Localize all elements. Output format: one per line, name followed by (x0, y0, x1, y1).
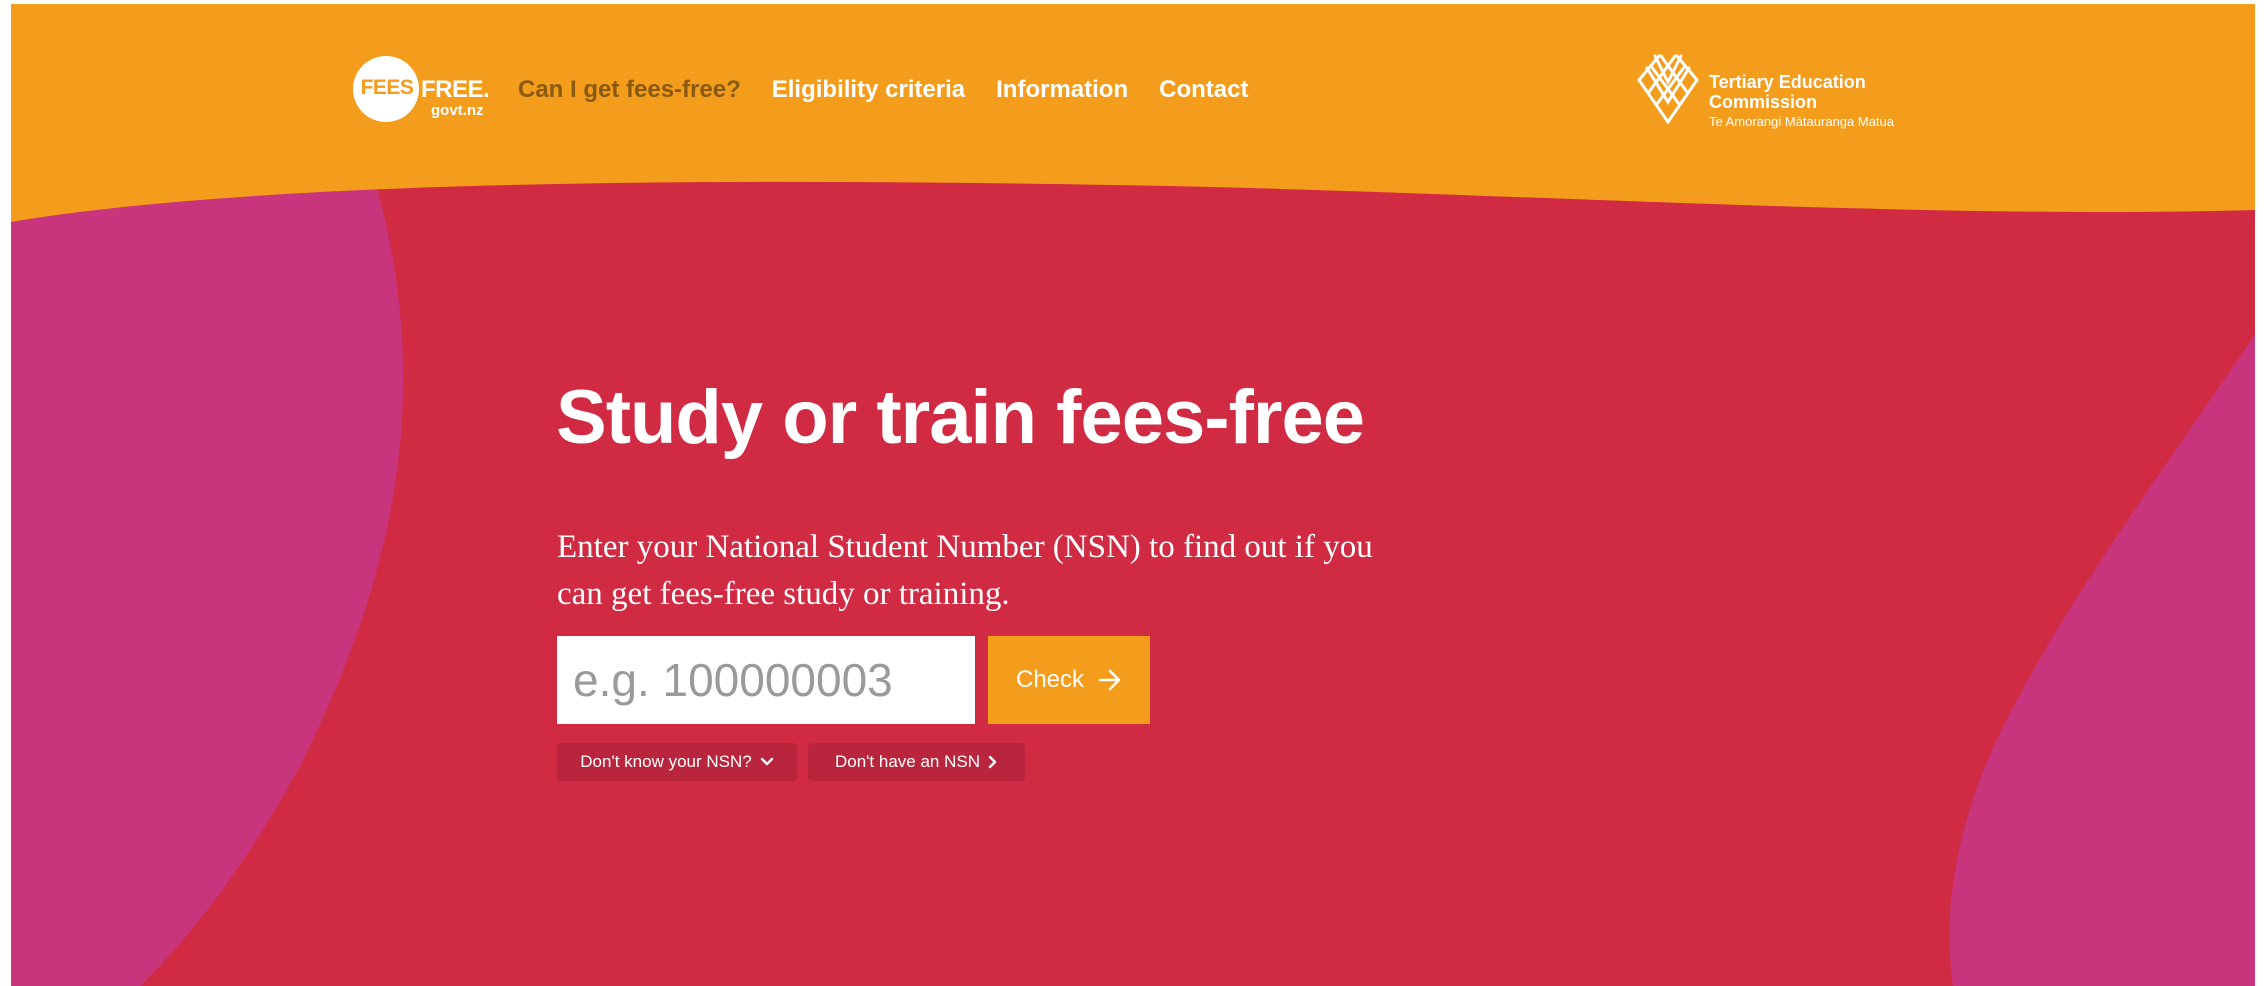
chevron-down-icon (760, 757, 773, 766)
dont-know-nsn-label: Don't know your NSN? (580, 752, 752, 771)
tec-maori-name: Te Amorangi Mātauranga Matua (1709, 114, 1894, 129)
nav-link-eligibility-criteria[interactable]: Eligibility criteria (772, 76, 965, 104)
tec-lattice-logo-icon (1637, 54, 1699, 125)
chevron-right-icon (988, 755, 997, 769)
nav-link-information[interactable]: Information (996, 76, 1128, 104)
logo-govt-text: govt.nz (431, 102, 484, 119)
background-shapes (11, 4, 2255, 986)
hero-title: Study or train fees-free (556, 375, 1365, 460)
dont-know-nsn-button[interactable]: Don't know your NSN? (557, 743, 797, 781)
tec-logo[interactable]: Tertiary Education Commission Te Amorang… (1635, 52, 1935, 132)
tec-name-line1: Tertiary Education (1709, 72, 1866, 92)
main-nav: Can I get fees-free? Eligibility criteri… (518, 76, 1279, 104)
dont-have-nsn-button[interactable]: Don't have an NSN (808, 743, 1025, 781)
nav-link-contact[interactable]: Contact (1159, 76, 1248, 104)
feesfree-logo[interactable]: FEES FREE. govt.nz (353, 54, 503, 126)
dont-have-nsn-label: Don't have an NSN (835, 752, 980, 771)
tec-name-line2: Commission (1709, 92, 1818, 112)
check-button[interactable]: Check (988, 636, 1150, 724)
check-button-label: Check (1015, 666, 1085, 693)
page-stage: FEES FREE. govt.nz Can I get fees-free? … (11, 4, 2255, 986)
nav-link-can-i-get-fees-free[interactable]: Can I get fees-free? (518, 76, 741, 104)
logo-fees-text: FEES (360, 76, 414, 99)
hero-description: Enter your National Student Number (NSN)… (557, 529, 1373, 612)
logo-free-text: FREE. (421, 76, 490, 103)
nsn-input[interactable] (557, 636, 975, 724)
arrow-right-icon (1098, 669, 1121, 691)
